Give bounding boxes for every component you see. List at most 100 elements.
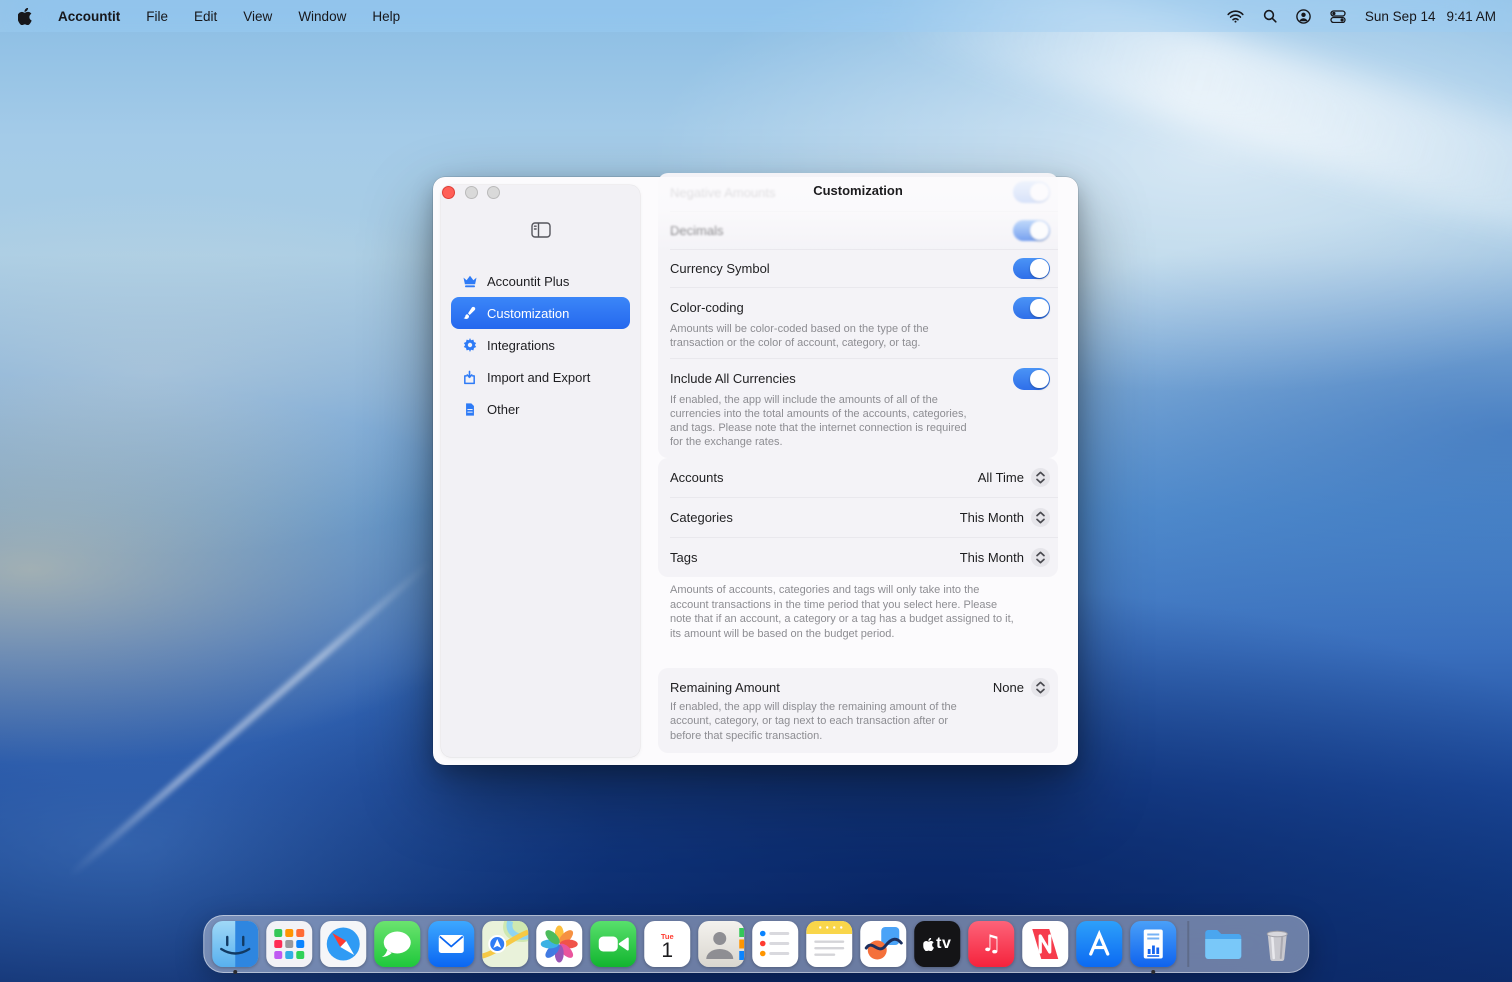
wallpaper-thin-streak	[67, 559, 433, 878]
menu-item-window[interactable]: Window	[298, 9, 346, 24]
remaining-amount-value: None	[993, 680, 1024, 695]
sidebar-item-label: Other	[487, 402, 520, 417]
tags-period-value: This Month	[960, 550, 1024, 565]
accounts-label: Accounts	[670, 470, 723, 485]
sidebar-list: Accountit Plus Customization Integration…	[451, 265, 630, 425]
currency-symbol-row: Currency Symbol	[658, 250, 1058, 287]
menu-item-edit[interactable]: Edit	[194, 9, 217, 24]
sidebar-item-integrations[interactable]: Integrations	[451, 329, 630, 361]
control-center-icon[interactable]	[1330, 10, 1346, 23]
dock-icon-launchpad[interactable]	[266, 921, 312, 967]
sidebar-toggle-icon[interactable]	[531, 222, 551, 241]
dock-icon-music[interactable]: ♫	[968, 921, 1014, 967]
settings-content: Negative Amounts Decimals Currency Symbo…	[658, 177, 1058, 765]
include-all-currencies-label: Include All Currencies	[670, 371, 796, 386]
include-all-currencies-description: If enabled, the app will include the amo…	[670, 393, 972, 450]
dock-icon-messages[interactable]	[374, 921, 420, 967]
categories-label: Categories	[670, 510, 733, 525]
decimals-label: Decimals	[670, 223, 723, 238]
window-controls	[442, 186, 500, 199]
color-coding-row: Color-coding Amounts will be color-coded…	[658, 288, 1058, 358]
sidebar-item-import-export[interactable]: Import and Export	[451, 361, 630, 393]
period-footnote: Amounts of accounts, categories and tags…	[670, 583, 1018, 641]
menu-item-view[interactable]: View	[243, 9, 272, 24]
sidebar-item-label: Accountit Plus	[487, 274, 569, 289]
color-coding-toggle[interactable]	[1013, 297, 1050, 319]
dock-icon-news[interactable]	[1022, 921, 1068, 967]
decimals-toggle[interactable]	[1013, 220, 1050, 242]
menu-app-name[interactable]: Accountit	[58, 9, 120, 24]
document-icon	[461, 401, 478, 418]
music-note-glyph: ♫	[981, 933, 1002, 956]
menu-bar-status: Sun Sep 14 9:41 AM	[1227, 9, 1512, 24]
categories-period-popup[interactable]: This Month	[960, 508, 1050, 527]
minimize-button[interactable]	[465, 186, 478, 199]
menu-bar-left: Accountit File Edit View Window Help	[0, 8, 400, 25]
accounts-row: Accounts All Time	[658, 458, 1058, 497]
sidebar: Accountit Plus Customization Integration…	[441, 185, 640, 757]
sidebar-item-label: Customization	[487, 306, 569, 321]
color-coding-label: Color-coding	[670, 300, 744, 315]
currency-symbol-toggle[interactable]	[1013, 258, 1050, 280]
spotlight-search-icon[interactable]	[1263, 9, 1277, 23]
color-coding-description: Amounts will be color-coded based on the…	[670, 322, 952, 351]
chevron-up-down-icon	[1031, 678, 1050, 697]
dock-icon-contacts[interactable]	[698, 921, 744, 967]
import-icon	[461, 369, 478, 386]
close-button[interactable]	[442, 186, 455, 199]
tags-period-popup[interactable]: This Month	[960, 548, 1050, 567]
dock-icon-photos[interactable]	[536, 921, 582, 967]
window-title: Customization	[658, 183, 1058, 198]
accounts-period-value: All Time	[978, 470, 1024, 485]
remaining-amount-popup[interactable]: None	[993, 678, 1050, 697]
gear-icon	[461, 337, 478, 354]
sidebar-item-other[interactable]: Other	[451, 393, 630, 425]
sidebar-item-label: Integrations	[487, 338, 555, 353]
include-all-currencies-toggle[interactable]	[1013, 368, 1050, 390]
dock-icon-notes[interactable]	[806, 921, 852, 967]
dock-icon-maps[interactable]	[482, 921, 528, 967]
sidebar-item-customization[interactable]: Customization	[451, 297, 630, 329]
paintbrush-icon	[461, 305, 478, 322]
running-indicator	[233, 970, 237, 974]
decimals-row: Decimals	[658, 212, 1058, 249]
dock-icon-app-store[interactable]	[1076, 921, 1122, 967]
dock-icon-facetime[interactable]	[590, 921, 636, 967]
dock-icon-freeform[interactable]	[860, 921, 906, 967]
menu-time: 9:41 AM	[1446, 9, 1496, 24]
sidebar-item-accountit-plus[interactable]: Accountit Plus	[451, 265, 630, 297]
dock-icon-trash[interactable]	[1254, 921, 1300, 967]
apple-menu-icon[interactable]	[18, 8, 32, 25]
currency-symbol-label: Currency Symbol	[670, 261, 770, 276]
dock-icon-accountit[interactable]	[1130, 921, 1176, 967]
dock-icon-mail[interactable]	[428, 921, 474, 967]
remaining-amount-group: Remaining Amount None If enabled, the ap…	[658, 668, 1058, 753]
menu-item-help[interactable]: Help	[372, 9, 400, 24]
dock-divider	[1187, 921, 1189, 967]
zoom-button[interactable]	[487, 186, 500, 199]
menu-clock[interactable]: Sun Sep 14 9:41 AM	[1365, 9, 1496, 24]
period-group: Accounts All Time Categories This Month	[658, 458, 1058, 577]
menu-item-file[interactable]: File	[146, 9, 168, 24]
chevron-up-down-icon	[1031, 468, 1050, 487]
running-indicator	[1151, 970, 1155, 974]
dock-icon-reminders[interactable]	[752, 921, 798, 967]
dock-icon-finder[interactable]	[212, 921, 258, 967]
user-account-icon[interactable]	[1296, 9, 1311, 24]
accounts-period-popup[interactable]: All Time	[978, 468, 1050, 487]
chevron-up-down-icon	[1031, 508, 1050, 527]
dock-icon-calendar[interactable]: Tue 1	[644, 921, 690, 967]
categories-period-value: This Month	[960, 510, 1024, 525]
sidebar-item-label: Import and Export	[487, 370, 590, 385]
tags-label: Tags	[670, 550, 697, 565]
dock-icon-tv[interactable]: tv	[914, 921, 960, 967]
include-all-currencies-row: Include All Currencies If enabled, the a…	[658, 359, 1058, 458]
appearance-group: Negative Amounts Decimals Currency Symbo…	[658, 173, 1058, 458]
wifi-icon[interactable]	[1227, 10, 1244, 23]
settings-window: Accountit Plus Customization Integration…	[433, 177, 1078, 765]
dock: Tue 1 tv ♫	[203, 915, 1309, 973]
dock-icon-downloads-folder[interactable]	[1200, 921, 1246, 967]
calendar-day: 1	[661, 940, 673, 962]
categories-row: Categories This Month	[658, 498, 1058, 537]
dock-icon-safari[interactable]	[320, 921, 366, 967]
